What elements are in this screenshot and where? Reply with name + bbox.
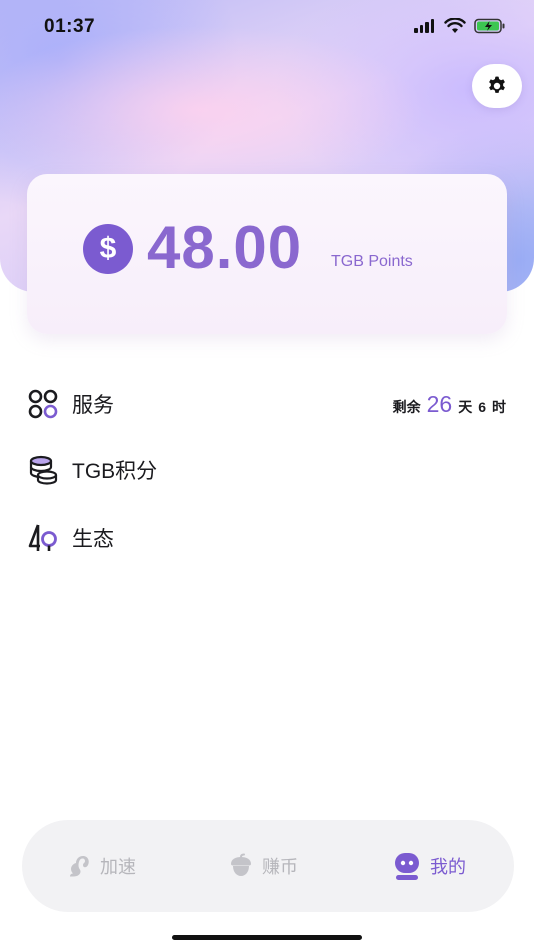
menu-item-ecosystem[interactable]: 生态: [0, 510, 534, 566]
remaining-hours: 6: [478, 398, 486, 415]
menu-item-label: 生态: [72, 528, 114, 551]
battery-charging-icon: [474, 18, 505, 34]
settings-button[interactable]: [472, 64, 522, 108]
tab-label: 我的: [430, 857, 466, 877]
home-indicator: [172, 935, 362, 940]
menu-item-label: TGB积分: [72, 460, 158, 483]
tab-label: 赚币: [262, 857, 298, 877]
points-balance-card: $ 48.00 TGB Points: [27, 174, 507, 334]
wifi-icon: [444, 18, 466, 33]
remaining-time: 剩余 26 天 6 时: [393, 391, 506, 418]
remaining-prefix: 剩余: [392, 398, 421, 415]
services-grid-icon: [28, 389, 58, 419]
remaining-days-unit: 天: [458, 398, 473, 415]
ecosystem-icon: [28, 524, 57, 551]
points-unit-label: TGB Points: [331, 253, 413, 270]
tab-accelerate[interactable]: 加速: [66, 820, 136, 912]
status-bar: 01:37: [0, 0, 534, 56]
coins-stack-icon: [29, 455, 58, 485]
points-balance-value: 48.00: [147, 214, 303, 281]
menu-item-services[interactable]: 服务 剩余 26 天 6 时: [0, 376, 534, 432]
menu-item-label: 服务: [72, 394, 114, 417]
dollar-coin-icon: $: [83, 224, 133, 274]
status-time: 01:37: [44, 16, 96, 37]
robot-face-icon: [395, 853, 419, 880]
remaining-hours-unit: 时: [492, 398, 506, 415]
menu-item-tgb-points[interactable]: TGB积分: [0, 442, 534, 498]
tab-earn-coins[interactable]: 赚币: [228, 820, 298, 912]
acorn-icon: [231, 853, 251, 876]
signal-icon: [414, 19, 436, 33]
tab-label: 加速: [100, 857, 136, 877]
status-icons: [414, 18, 506, 34]
tab-mine[interactable]: 我的: [392, 820, 466, 912]
gear-icon: [489, 76, 505, 93]
bottom-tab-bar: 加速 赚币 我的: [22, 820, 514, 912]
remaining-days: 26: [426, 390, 453, 417]
squirrel-icon: [70, 856, 89, 877]
